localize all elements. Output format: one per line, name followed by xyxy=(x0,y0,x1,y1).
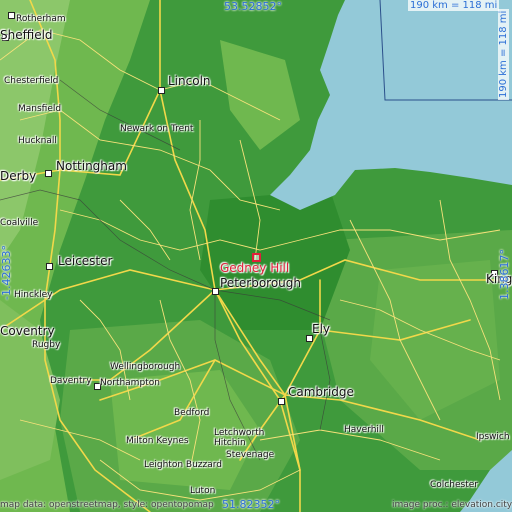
city-label-stevenage[interactable]: Stevenage xyxy=(226,450,274,460)
city-label-bedford[interactable]: Bedford xyxy=(174,408,209,418)
coord-bottom: 51.82352° xyxy=(222,498,280,511)
city-label-hitchin[interactable]: Hitchin xyxy=(214,438,246,448)
scale-horizontal: 190 km = 118 mi xyxy=(408,0,500,11)
city-label-derby[interactable]: Derby xyxy=(0,169,36,183)
city-label-leicester[interactable]: Leicester xyxy=(58,254,112,268)
city-label-wellingborough[interactable]: Wellingborough xyxy=(110,362,180,372)
scale-vertical: 190 km = 118 mi xyxy=(498,8,509,100)
city-label-hucknall[interactable]: Hucknall xyxy=(18,136,57,146)
city-label-rugby[interactable]: Rugby xyxy=(32,340,60,350)
city-marker xyxy=(306,335,313,342)
city-label-leighton-buzzard[interactable]: Leighton Buzzard xyxy=(144,460,222,470)
city-marker xyxy=(158,87,165,94)
coord-right: 1.38617° xyxy=(498,249,511,300)
city-label-nottingham[interactable]: Nottingham xyxy=(56,159,127,173)
credit-right: image proc.: elevation.city xyxy=(392,500,512,510)
city-label-peterborough[interactable]: Peterborough xyxy=(220,276,301,290)
city-label-mansfield[interactable]: Mansfield xyxy=(18,104,61,114)
coord-left: -1.42633° xyxy=(0,245,13,300)
city-label-lincoln[interactable]: Lincoln xyxy=(168,74,211,88)
city-label-ely[interactable]: Ely xyxy=(312,322,330,336)
city-marker xyxy=(8,12,15,19)
city-label-rotherham[interactable]: Rotherham xyxy=(16,14,66,24)
city-label-luton[interactable]: Luton xyxy=(190,486,215,496)
city-label-northampton[interactable]: Northampton xyxy=(100,378,160,388)
city-label-newark[interactable]: Newark on Trent xyxy=(120,124,193,134)
city-marker xyxy=(46,263,53,270)
city-marker xyxy=(45,170,52,177)
city-label-coalville[interactable]: Coalville xyxy=(0,218,38,228)
city-label-ipswich[interactable]: Ipswich xyxy=(476,432,510,442)
map-view[interactable]: Rotherham Sheffield Chesterfield Mansfie… xyxy=(0,0,512,512)
city-label-daventry[interactable]: Daventry xyxy=(50,376,92,386)
credit-left: map data: openstreetmap, style: opentopo… xyxy=(0,500,214,510)
city-label-sheffield[interactable]: Sheffield xyxy=(0,28,53,42)
city-marker xyxy=(212,288,219,295)
highlighted-place-label[interactable]: Gedney Hill xyxy=(220,261,289,275)
coord-top: 53.52852° xyxy=(224,0,282,13)
city-label-letchworth[interactable]: Letchworth xyxy=(214,428,264,438)
city-label-haverhill[interactable]: Haverhill xyxy=(344,425,384,435)
city-label-hinckley[interactable]: Hinckley xyxy=(14,290,53,300)
city-marker xyxy=(278,398,285,405)
city-label-chesterfield[interactable]: Chesterfield xyxy=(4,76,58,86)
city-label-milton-keynes[interactable]: Milton Keynes xyxy=(126,436,189,446)
city-label-cambridge[interactable]: Cambridge xyxy=(288,385,354,399)
city-label-colchester[interactable]: Colchester xyxy=(430,480,478,490)
city-label-coventry[interactable]: Coventry xyxy=(0,324,55,338)
